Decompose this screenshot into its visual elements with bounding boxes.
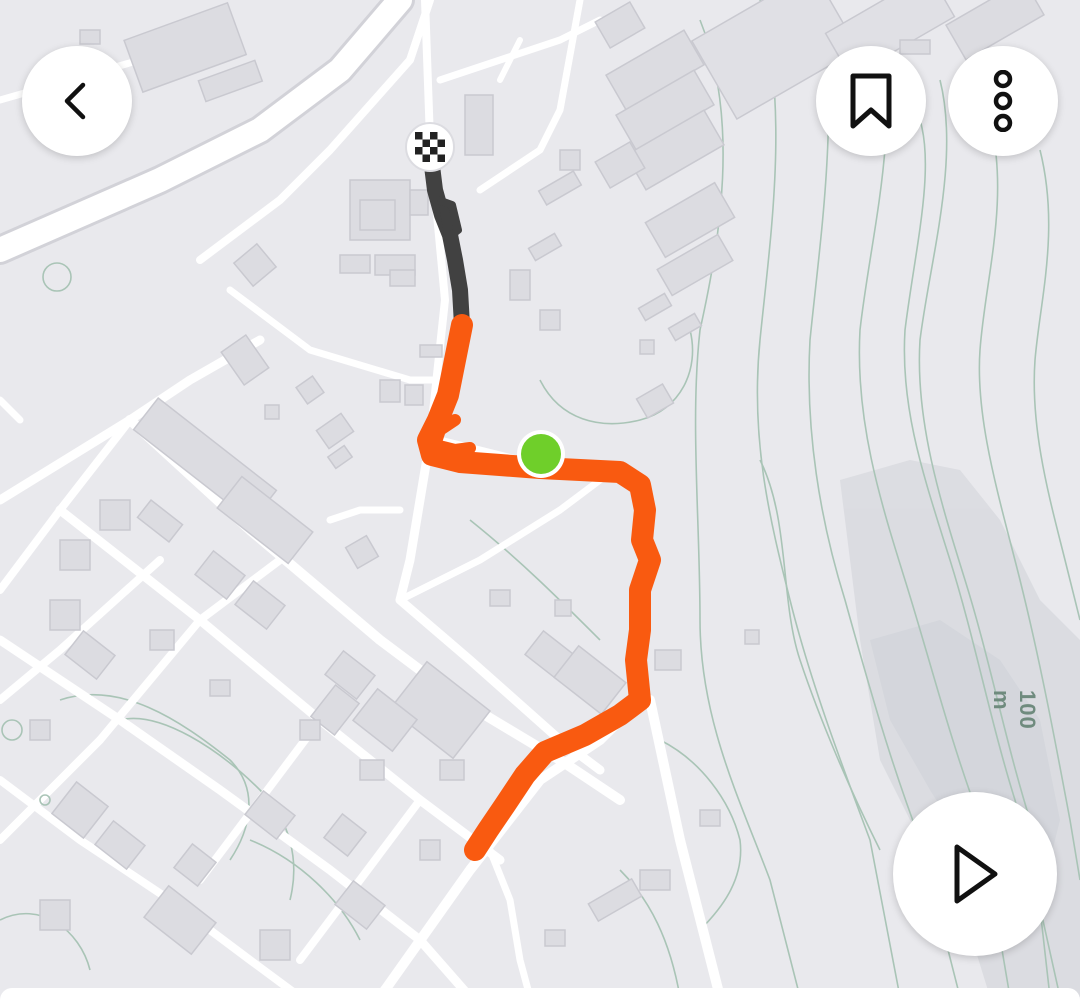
chevron-left-icon <box>64 82 86 120</box>
bookmark-icon <box>850 73 892 129</box>
contour-elevation-label: 100 m <box>989 690 1040 730</box>
more-options-button[interactable] <box>948 46 1058 156</box>
back-button[interactable] <box>22 46 132 156</box>
bottom-sheet-handle[interactable] <box>0 988 1080 1000</box>
finish-flag-icon[interactable] <box>405 122 455 172</box>
play-icon <box>954 844 998 904</box>
play-flyover-button[interactable] <box>893 792 1057 956</box>
start-marker[interactable] <box>517 430 565 478</box>
save-route-button[interactable] <box>816 46 926 156</box>
more-vertical-icon <box>993 70 1013 132</box>
